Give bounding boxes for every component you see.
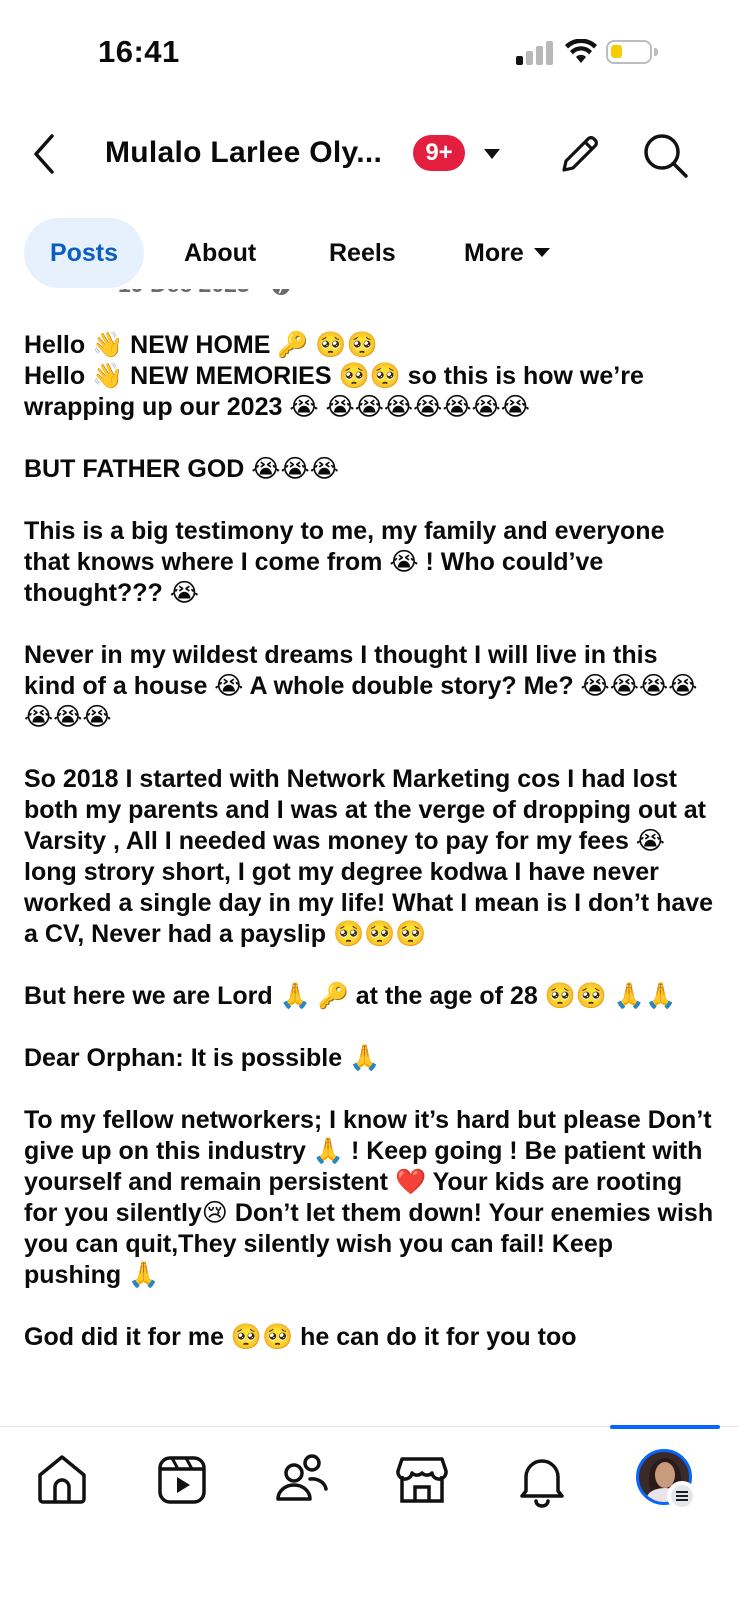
bell-icon[interactable] (512, 1449, 572, 1509)
post-text: Hello 👋 NEW HOME 🔑 🥺🥺 Hello 👋 NEW MEMORI… (24, 330, 714, 1384)
video-icon[interactable] (152, 1449, 212, 1509)
post-meta: 19 Dec 2023 · (0, 289, 739, 317)
page-title[interactable]: Mulalo Larlee Oly... (105, 136, 382, 170)
post-paragraph: BUT FATHER GOD 😭😭😭 (24, 455, 339, 483)
post-paragraph: Never in my wildest dreams I thought I w… (24, 641, 698, 731)
post-paragraph: Dear Orphan: It is possible 🙏 (24, 1044, 381, 1072)
tab-posts[interactable]: Posts (24, 218, 144, 288)
bottom-nav (0, 1425, 739, 1601)
notification-badge[interactable]: 9+ (413, 135, 465, 171)
pencil-icon[interactable] (558, 132, 602, 176)
tab-more-label: More (464, 239, 524, 267)
wifi-icon (565, 39, 597, 63)
post-paragraph: So 2018 I started with Network Marketing… (24, 765, 721, 948)
cellular-signal-icon (516, 41, 556, 65)
profile-header: Mulalo Larlee Oly... 9+ (0, 118, 739, 198)
active-tab-indicator (610, 1425, 720, 1429)
back-arrow-icon[interactable] (28, 132, 60, 176)
post-paragraph: This is a big testimony to me, my family… (24, 517, 672, 607)
tab-more[interactable]: More (464, 218, 550, 288)
friends-icon[interactable] (272, 1449, 332, 1509)
battery-icon (606, 40, 658, 64)
post-body-viewport: Hello 👋 NEW HOME 🔑 🥺🥺 Hello 👋 NEW MEMORI… (0, 318, 739, 1424)
status-time: 16:41 (98, 34, 180, 69)
profile-tabs: Posts About Reels More (0, 218, 739, 288)
caret-down-icon[interactable] (483, 148, 501, 160)
post-date: 19 Dec 2023 · (118, 289, 292, 298)
home-icon[interactable] (32, 1449, 92, 1509)
post-paragraph: But here we are Lord 🙏 🔑 at the age of 2… (24, 982, 677, 1010)
globe-icon (272, 289, 290, 295)
tab-about[interactable]: About (184, 218, 256, 288)
search-icon[interactable] (640, 130, 690, 180)
marketplace-icon[interactable] (392, 1449, 452, 1509)
status-bar: 16:41 (0, 0, 739, 110)
caret-down-icon (533, 247, 550, 257)
post-paragraph: Hello 👋 NEW HOME 🔑 🥺🥺 Hello 👋 NEW MEMORI… (24, 331, 644, 421)
post-paragraph: God did it for me 🥺🥺 he can do it for yo… (24, 1323, 577, 1351)
menu-icon[interactable] (669, 1483, 695, 1509)
post-paragraph: To my fellow networkers; I know it’s har… (24, 1106, 721, 1289)
tab-reels[interactable]: Reels (329, 218, 396, 288)
